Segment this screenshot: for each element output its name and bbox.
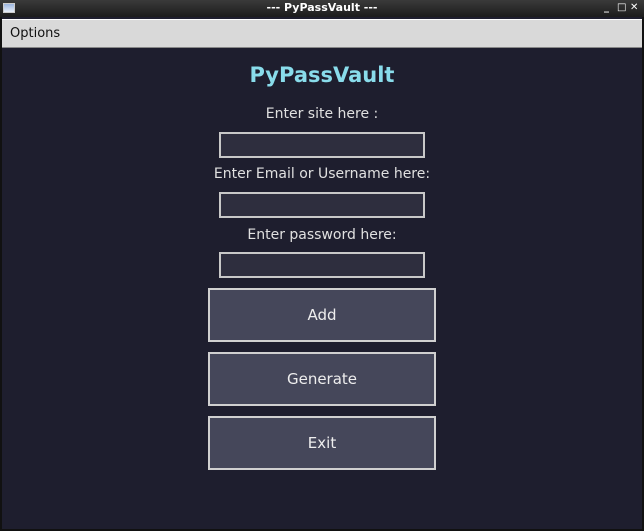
minimize-button[interactable]: _ [604, 0, 609, 16]
add-button[interactable]: Add [208, 288, 436, 342]
window-titlebar[interactable]: --- PyPassVault --- _ □ ✕ [0, 0, 644, 17]
menu-options[interactable]: Options [10, 26, 60, 41]
window-title: --- PyPassVault --- [266, 1, 378, 14]
password-input[interactable] [219, 252, 425, 278]
username-label: Enter Email or Username here: [213, 166, 431, 182]
window-icon [3, 3, 15, 13]
site-label: Enter site here : [265, 106, 379, 122]
maximize-button[interactable]: □ [617, 0, 626, 16]
close-button[interactable]: ✕ [630, 0, 638, 16]
exit-button[interactable]: Exit [208, 416, 436, 470]
username-input[interactable] [219, 192, 425, 218]
menu-bar: Options [2, 19, 642, 48]
site-input[interactable] [219, 132, 425, 158]
app-title: PyPassVault [249, 63, 395, 87]
generate-button[interactable]: Generate [208, 352, 436, 406]
password-label: Enter password here: [247, 227, 397, 243]
